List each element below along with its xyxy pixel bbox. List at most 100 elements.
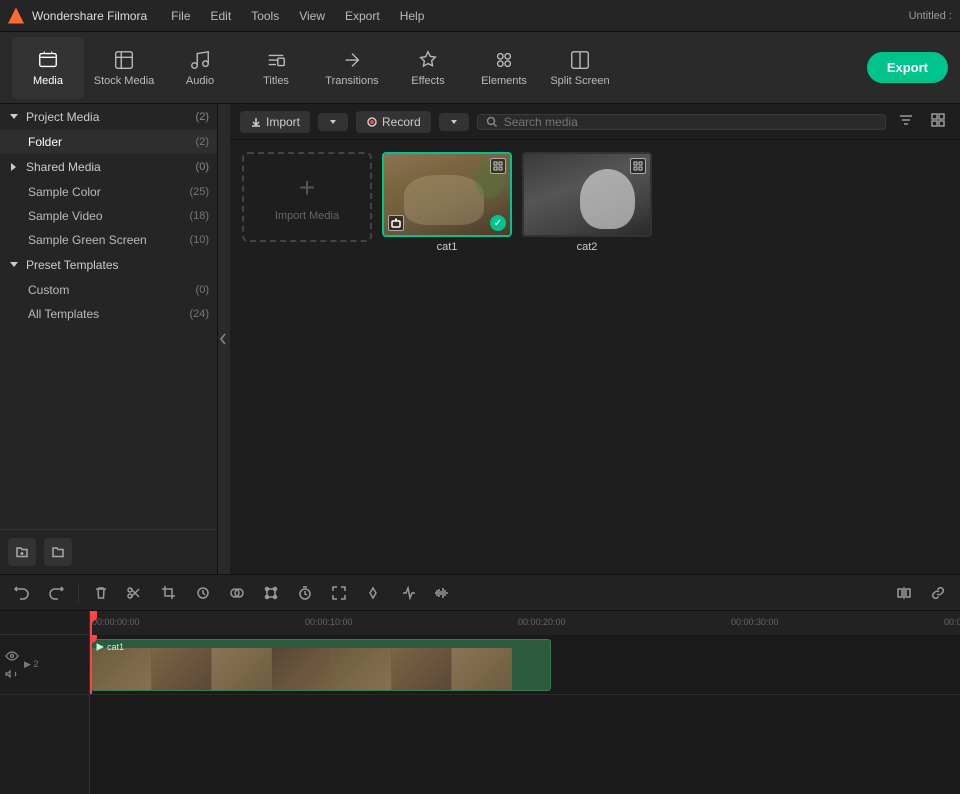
snap-button[interactable] bbox=[890, 579, 918, 607]
sidebar-all-templates[interactable]: All Templates (24) bbox=[0, 302, 217, 326]
crop-button[interactable] bbox=[155, 579, 183, 607]
delete-button[interactable] bbox=[87, 579, 115, 607]
sample-color-count: (25) bbox=[189, 186, 209, 198]
new-folder-button[interactable] bbox=[8, 538, 36, 566]
link-button[interactable] bbox=[924, 579, 952, 607]
toolbar-effects[interactable]: Effects bbox=[392, 37, 464, 99]
titles-icon bbox=[265, 49, 287, 71]
sidebar-preset-templates[interactable]: Preset Templates bbox=[0, 252, 217, 278]
video-track: cat1 bbox=[90, 635, 960, 695]
keyframe-button[interactable] bbox=[359, 579, 387, 607]
ruler-playhead bbox=[90, 611, 92, 635]
search-input[interactable] bbox=[504, 115, 877, 129]
media-item-cat2-name: cat2 bbox=[522, 241, 652, 253]
cat2-silhouette bbox=[580, 169, 635, 229]
project-media-count: (2) bbox=[196, 111, 209, 123]
titlebar: Wondershare Filmora File Edit Tools View… bbox=[0, 0, 960, 32]
toolbar-transitions[interactable]: Transitions bbox=[316, 37, 388, 99]
menu-help[interactable]: Help bbox=[392, 7, 433, 25]
menu-view[interactable]: View bbox=[291, 7, 333, 25]
delete-folder-button[interactable] bbox=[44, 538, 72, 566]
redo-button[interactable] bbox=[42, 579, 70, 607]
custom-label: Custom bbox=[28, 283, 69, 297]
import-icon bbox=[250, 116, 262, 128]
cut-button[interactable] bbox=[121, 579, 149, 607]
record-label: Record bbox=[382, 115, 421, 129]
track-visibility-icon[interactable] bbox=[4, 648, 20, 664]
color-match-button[interactable] bbox=[223, 579, 251, 607]
toolbar-stock-label: Stock Media bbox=[94, 75, 155, 87]
content-area: Project Media (2) Folder (2) Shared Medi… bbox=[0, 104, 960, 574]
sample-green-screen-count: (10) bbox=[189, 234, 209, 246]
delete-folder-icon bbox=[51, 545, 65, 559]
sidebar-custom[interactable]: Custom (0) bbox=[0, 278, 217, 302]
sidebar-shared-media[interactable]: Shared Media (0) bbox=[0, 154, 217, 180]
sidebar-sample-color[interactable]: Sample Color (25) bbox=[0, 180, 217, 204]
timeline-area: ▶ 2 00:00:00:00 00:00:10:00 00:00:20:00 … bbox=[0, 611, 960, 794]
import-dropdown-button[interactable] bbox=[318, 113, 348, 131]
clip-frame-2 bbox=[152, 648, 212, 691]
scissors-icon bbox=[127, 585, 143, 601]
record-icon bbox=[366, 116, 378, 128]
undo-button[interactable] bbox=[8, 579, 36, 607]
expand-arrow-icon bbox=[8, 161, 20, 173]
timeline-ruler[interactable]: 00:00:00:00 00:00:10:00 00:00:20:00 00:0… bbox=[90, 611, 960, 635]
toolbar-transitions-label: Transitions bbox=[325, 75, 378, 87]
timer-button[interactable] bbox=[291, 579, 319, 607]
sample-video-label: Sample Video bbox=[28, 209, 103, 223]
sidebar-sample-green-screen[interactable]: Sample Green Screen (10) bbox=[0, 228, 217, 252]
media-item-cat1[interactable]: ✓ cat1 bbox=[382, 152, 512, 253]
sidebar-project-media[interactable]: Project Media (2) bbox=[0, 104, 217, 130]
toolbar-elements-label: Elements bbox=[481, 75, 527, 87]
toolbar-media[interactable]: Media bbox=[12, 37, 84, 99]
delete-icon bbox=[93, 585, 109, 601]
sidebar-folder[interactable]: Folder (2) bbox=[0, 130, 217, 154]
audio-stretch-button[interactable] bbox=[427, 579, 455, 607]
menu-file[interactable]: File bbox=[163, 7, 198, 25]
fit-button[interactable] bbox=[325, 579, 353, 607]
toolbar-elements[interactable]: Elements bbox=[468, 37, 540, 99]
record-button[interactable]: Record bbox=[356, 111, 431, 133]
grid-view-button[interactable] bbox=[926, 110, 950, 133]
transform-button[interactable] bbox=[257, 579, 285, 607]
collapse-icon bbox=[220, 332, 228, 346]
dropdown-arrow-icon bbox=[328, 117, 338, 127]
toolbar-audio[interactable]: Audio bbox=[164, 37, 236, 99]
record-dropdown-button[interactable] bbox=[439, 113, 469, 131]
track-number-label: ▶ 2 bbox=[24, 659, 38, 670]
folder-count: (2) bbox=[196, 136, 209, 148]
toolbar-titles[interactable]: Titles bbox=[240, 37, 312, 99]
toolbar-split-screen[interactable]: Split Screen bbox=[544, 37, 616, 99]
import-button[interactable]: Import bbox=[240, 111, 310, 133]
clip-frame-3 bbox=[212, 648, 272, 691]
ruler-header-spacer bbox=[0, 611, 89, 635]
sidebar-sample-video[interactable]: Sample Video (18) bbox=[0, 204, 217, 228]
toolbar-media-label: Media bbox=[33, 75, 63, 87]
video-clip-cat1[interactable]: cat1 bbox=[91, 639, 551, 691]
menu-export[interactable]: Export bbox=[337, 7, 388, 25]
redo-icon bbox=[48, 585, 64, 601]
media-thumb-img-cat2 bbox=[522, 152, 652, 237]
media-thumb-img-cat1: ✓ bbox=[382, 152, 512, 237]
grid-small-icon-2 bbox=[633, 161, 643, 171]
menubar: File Edit Tools View Export Help bbox=[163, 7, 432, 25]
add-icon bbox=[391, 218, 401, 228]
record-dropdown-icon bbox=[449, 117, 459, 127]
export-button[interactable]: Export bbox=[867, 52, 948, 83]
selected-checkmark: ✓ bbox=[490, 215, 506, 231]
menu-edit[interactable]: Edit bbox=[203, 7, 240, 25]
stabilize-button[interactable] bbox=[189, 579, 217, 607]
track-mute-icon[interactable] bbox=[4, 666, 20, 682]
keyframe-icon bbox=[365, 585, 381, 601]
project-title: Untitled : bbox=[909, 10, 952, 22]
sidebar-collapse-handle[interactable] bbox=[218, 104, 230, 574]
menu-tools[interactable]: Tools bbox=[243, 7, 287, 25]
filter-button[interactable] bbox=[894, 110, 918, 133]
audio-icon bbox=[189, 49, 211, 71]
media-toolbar: Import Record bbox=[230, 104, 960, 140]
media-item-cat2[interactable]: cat2 bbox=[522, 152, 652, 253]
import-media-tile[interactable]: + Import Media bbox=[242, 152, 372, 242]
toolbar-stock-media[interactable]: Stock Media bbox=[88, 37, 160, 99]
auto-color-button[interactable] bbox=[393, 579, 421, 607]
clip-frame-6 bbox=[392, 648, 452, 691]
